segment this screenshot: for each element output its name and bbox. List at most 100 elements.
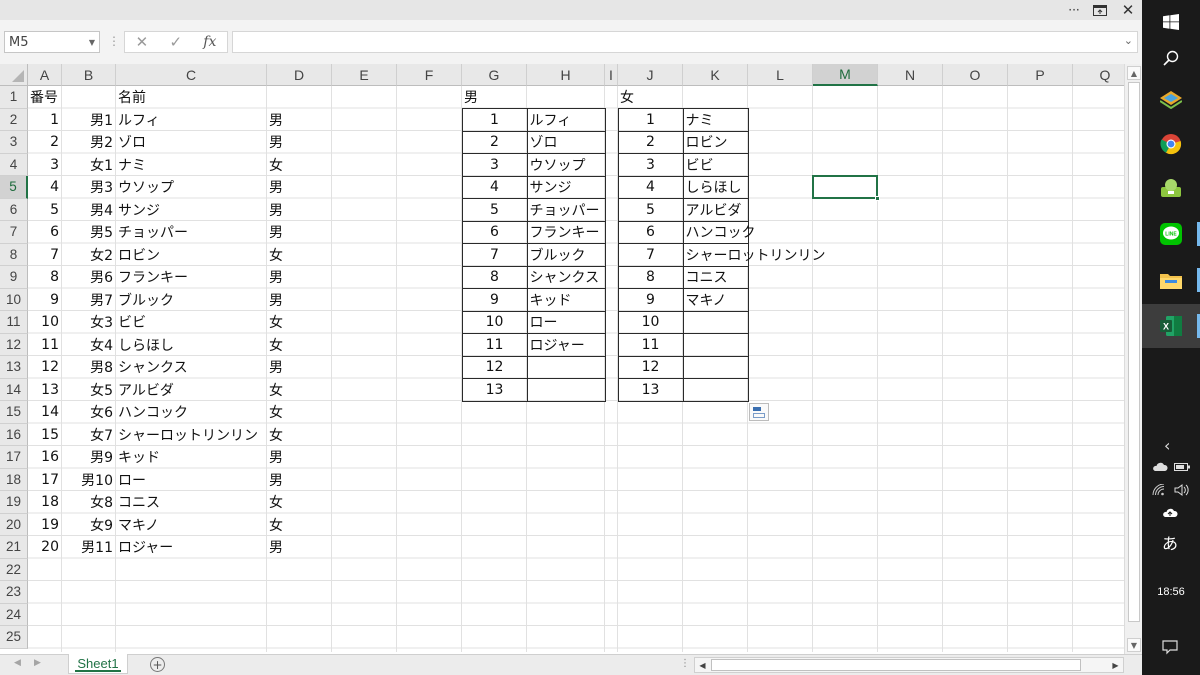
male-number-12[interactable]: 12 bbox=[461, 355, 528, 379]
cell-A7[interactable]: 6 bbox=[28, 221, 62, 244]
row-header-22[interactable]: 22 bbox=[0, 558, 28, 581]
male-number-1[interactable]: 1 bbox=[461, 108, 528, 132]
select-all-corner[interactable] bbox=[0, 64, 28, 86]
column-header-I[interactable]: I bbox=[605, 64, 618, 86]
male-number-4[interactable]: 4 bbox=[461, 175, 528, 199]
male-number-2[interactable]: 2 bbox=[461, 130, 528, 154]
row-header-15[interactable]: 15 bbox=[0, 401, 28, 424]
female-number-2[interactable]: 2 bbox=[617, 130, 684, 154]
row-header-12[interactable]: 12 bbox=[0, 333, 28, 356]
cell-C14[interactable]: アルビダ bbox=[116, 379, 267, 402]
more-options-icon[interactable]: ··· bbox=[1062, 0, 1086, 20]
cell-D10[interactable]: 男 bbox=[267, 289, 332, 312]
row-header-3[interactable]: 3 bbox=[0, 131, 28, 154]
male-name-4[interactable]: サンジ bbox=[526, 175, 606, 199]
scroll-up-icon[interactable]: ▲ bbox=[1127, 66, 1141, 80]
cell-D16[interactable]: 女 bbox=[267, 424, 332, 447]
horizontal-scroll-thumb[interactable] bbox=[711, 659, 1081, 671]
cell-D17[interactable]: 男 bbox=[267, 446, 332, 469]
cell-C3[interactable]: ゾロ bbox=[116, 131, 267, 154]
cell-A8[interactable]: 7 bbox=[28, 244, 62, 267]
column-header-C[interactable]: C bbox=[116, 64, 267, 86]
female-number-11[interactable]: 11 bbox=[617, 333, 684, 357]
next-sheet-icon[interactable]: ▶ bbox=[34, 658, 41, 668]
cell-C1[interactable]: 名前 bbox=[116, 86, 267, 109]
clock[interactable]: 18:56 bbox=[1142, 586, 1200, 598]
search-icon[interactable] bbox=[1142, 36, 1200, 80]
row-header-5[interactable]: 5 bbox=[0, 176, 28, 199]
cancel-icon[interactable]: ✕ bbox=[136, 33, 149, 51]
scroll-right-icon[interactable]: ▶ bbox=[1109, 659, 1122, 671]
female-number-12[interactable]: 12 bbox=[617, 355, 684, 379]
add-sheet-icon[interactable]: + bbox=[150, 657, 165, 672]
prev-sheet-icon[interactable]: ◀ bbox=[14, 658, 21, 668]
enter-check-icon[interactable]: ✓ bbox=[169, 33, 182, 51]
cell-B21[interactable]: 男11 bbox=[62, 536, 116, 559]
cell-B2[interactable]: 男1 bbox=[62, 109, 116, 132]
cell-D20[interactable]: 女 bbox=[267, 514, 332, 537]
autofill-options-icon[interactable] bbox=[749, 403, 769, 421]
cell-B7[interactable]: 男5 bbox=[62, 221, 116, 244]
cell-C16[interactable]: シャーロットリンリン bbox=[116, 424, 267, 447]
cell-D2[interactable]: 男 bbox=[267, 109, 332, 132]
male-number-5[interactable]: 5 bbox=[461, 198, 528, 222]
female-number-1[interactable]: 1 bbox=[617, 108, 684, 132]
cell-A15[interactable]: 14 bbox=[28, 401, 62, 424]
column-header-M[interactable]: M bbox=[813, 64, 878, 86]
cell-D19[interactable]: 女 bbox=[267, 491, 332, 514]
cell-D9[interactable]: 男 bbox=[267, 266, 332, 289]
cell-B20[interactable]: 女9 bbox=[62, 514, 116, 537]
male-name-11[interactable]: ロジャー bbox=[526, 333, 606, 357]
cell-B18[interactable]: 男10 bbox=[62, 469, 116, 492]
female-name-2[interactable]: ロビン bbox=[682, 130, 749, 154]
male-name-12[interactable] bbox=[526, 355, 606, 379]
row-header-2[interactable]: 2 bbox=[0, 108, 28, 131]
cell-A19[interactable]: 18 bbox=[28, 491, 62, 514]
female-number-8[interactable]: 8 bbox=[617, 265, 684, 289]
cell-B16[interactable]: 女7 bbox=[62, 424, 116, 447]
cell-A16[interactable]: 15 bbox=[28, 424, 62, 447]
male-name-9[interactable]: キッド bbox=[526, 288, 606, 312]
sheet-tab-sheet1[interactable]: Sheet1 bbox=[68, 654, 128, 674]
cell-B4[interactable]: 女1 bbox=[62, 154, 116, 177]
cell-D7[interactable]: 男 bbox=[267, 221, 332, 244]
notification-icon[interactable] bbox=[1162, 640, 1178, 658]
male-name-7[interactable]: ブルック bbox=[526, 243, 606, 267]
row-header-6[interactable]: 6 bbox=[0, 198, 28, 221]
female-number-7[interactable]: 7 bbox=[617, 243, 684, 267]
active-cell-M5[interactable] bbox=[812, 175, 880, 201]
column-header-Q[interactable]: Q bbox=[1073, 64, 1124, 86]
male-name-1[interactable]: ルフィ bbox=[526, 108, 606, 132]
worksheet-grid[interactable]: 番号 名前 1 男1 ルフィ男 2 男2 ゾロ男 3 女1 ナミ女 4 男3 ウソップ男 5 男4 サンジ男 6 男… bbox=[28, 86, 1124, 652]
cell-A9[interactable]: 8 bbox=[28, 266, 62, 289]
column-header-F[interactable]: F bbox=[397, 64, 462, 86]
row-header-4[interactable]: 4 bbox=[0, 153, 28, 176]
cell-C13[interactable]: シャンクス bbox=[116, 356, 267, 379]
scroll-left-icon[interactable]: ◀ bbox=[696, 659, 709, 671]
female-number-9[interactable]: 9 bbox=[617, 288, 684, 312]
column-header-O[interactable]: O bbox=[943, 64, 1008, 86]
row-header-19[interactable]: 19 bbox=[0, 491, 28, 514]
male-name-2[interactable]: ゾロ bbox=[526, 130, 606, 154]
cell-A20[interactable]: 19 bbox=[28, 514, 62, 537]
column-header-D[interactable]: D bbox=[267, 64, 332, 86]
male-number-10[interactable]: 10 bbox=[461, 310, 528, 334]
cell-C11[interactable]: ビビ bbox=[116, 311, 267, 334]
onedrive-icon[interactable] bbox=[1152, 462, 1168, 475]
cell-A4[interactable]: 3 bbox=[28, 154, 62, 177]
row-header-1[interactable]: 1 bbox=[0, 86, 28, 109]
insert-function-icon[interactable]: fx bbox=[203, 34, 216, 50]
chevron-down-icon[interactable]: ▼ bbox=[89, 38, 95, 47]
cell-D21[interactable]: 男 bbox=[267, 536, 332, 559]
column-header-N[interactable]: N bbox=[878, 64, 943, 86]
cell-J1[interactable]: 女 bbox=[618, 86, 683, 109]
cell-D15[interactable]: 女 bbox=[267, 401, 332, 424]
male-name-5[interactable]: チョッパー bbox=[526, 198, 606, 222]
cell-A2[interactable]: 1 bbox=[28, 109, 62, 132]
cell-B6[interactable]: 男4 bbox=[62, 199, 116, 222]
cell-C7[interactable]: チョッパー bbox=[116, 221, 267, 244]
cell-C10[interactable]: ブルック bbox=[116, 289, 267, 312]
cell-C15[interactable]: ハンコック bbox=[116, 401, 267, 424]
name-box[interactable]: M5 ▼ bbox=[4, 31, 100, 53]
row-header-10[interactable]: 10 bbox=[0, 288, 28, 311]
